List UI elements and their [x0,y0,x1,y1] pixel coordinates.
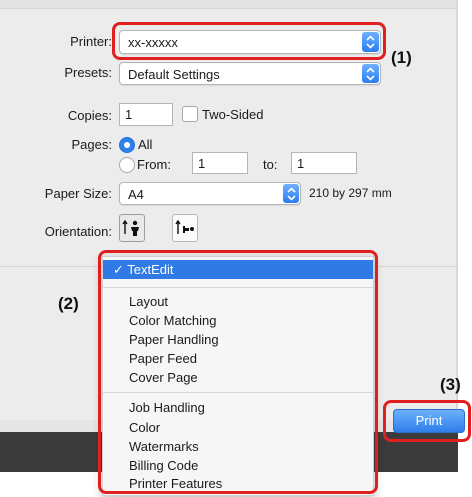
two-sided-label: Two-Sided [202,107,264,122]
presets-popup[interactable]: Default Settings [119,62,381,85]
copies-label: Copies: [67,108,112,123]
printer-label: Printer: [70,34,112,49]
pages-from-label: From: [137,157,171,172]
orientation-landscape-button[interactable] [172,214,198,242]
annotation-box-1 [112,22,386,60]
annotation-box-2 [98,250,378,494]
paper-size-value: A4 [128,187,144,202]
paper-dimensions: 210 by 297 mm [309,186,392,200]
copies-value: 1 [125,107,133,122]
landscape-icon [175,219,194,234]
pages-all-label: All [138,137,153,152]
pages-from-radio[interactable] [119,157,135,173]
annotation-box-3 [383,400,471,442]
paper-size-label: Paper Size: [44,186,112,201]
pages-label: Pages: [71,137,112,152]
orientation-label: Orientation: [44,224,112,239]
presets-value: Default Settings [128,67,220,82]
pages-from-value: 1 [198,156,206,171]
portrait-icon [122,219,139,236]
copies-field[interactable]: 1 [119,103,173,126]
annotation-label-1: (1) [391,48,412,67]
pages-from-field[interactable]: 1 [192,152,248,174]
pages-to-field[interactable]: 1 [291,152,357,174]
pages-to-value: 1 [297,156,305,171]
presets-stepper-icon [362,64,379,83]
annotation-label-3: (3) [440,375,461,394]
annotation-label-2: (2) [58,294,79,313]
presets-label: Presets: [64,65,112,80]
orientation-portrait-button[interactable] [119,214,145,242]
paper-size-popup[interactable]: A4 [119,182,301,205]
pages-all-radio[interactable] [119,137,135,153]
dialog-top-edge [0,0,458,9]
two-sided-checkbox[interactable] [182,106,198,122]
paper-size-stepper-icon [283,184,299,203]
pages-to-label: to: [263,157,278,172]
